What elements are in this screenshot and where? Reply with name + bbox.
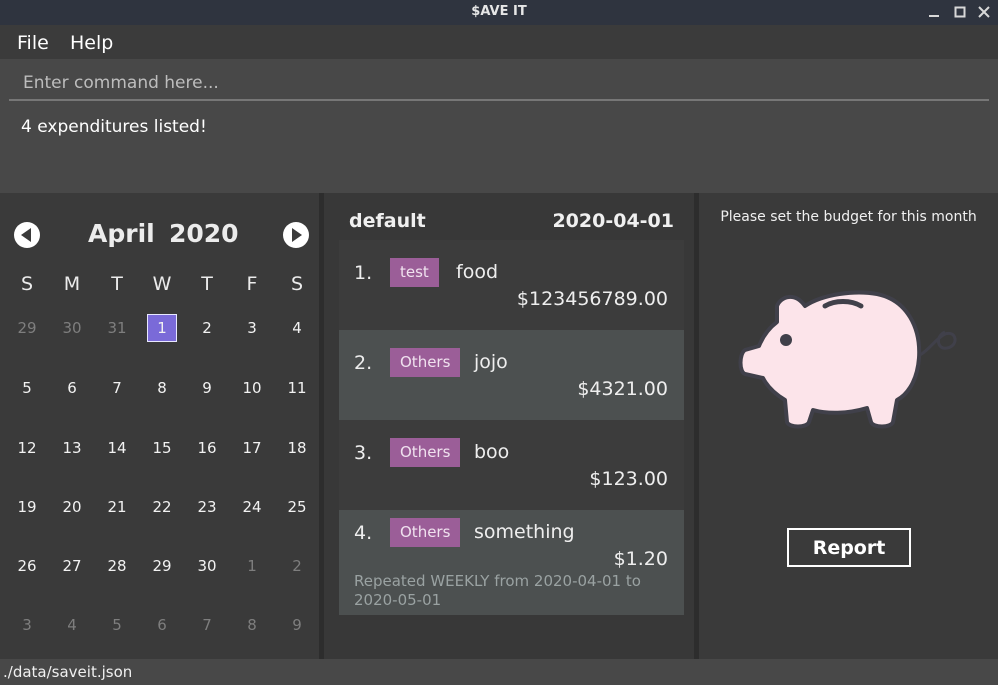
calendar-year: 2020 <box>169 219 239 248</box>
expenditure-index: 1. <box>354 262 373 284</box>
weekday-header: T <box>111 273 123 295</box>
calendar-day[interactable]: 14 <box>99 434 135 462</box>
weekday-header: S <box>290 273 304 295</box>
expenditure-tag: Others <box>390 348 461 377</box>
next-month-button[interactable] <box>283 222 309 248</box>
calendar-day[interactable]: 26 <box>9 552 45 580</box>
expenditure-tag: Others <box>390 518 461 547</box>
expenditure-name: something <box>474 521 575 543</box>
weekday-header: S <box>20 273 34 295</box>
minimize-icon[interactable] <box>925 3 943 21</box>
calendar-day[interactable]: 5 <box>9 374 45 402</box>
expenditure-name: jojo <box>474 351 508 373</box>
calendar-day[interactable]: 23 <box>189 493 225 521</box>
calendar-day[interactable]: 8 <box>234 611 270 639</box>
budget-panel: Please set the budget for this month Rep… <box>699 193 998 659</box>
calendar-day[interactable]: 6 <box>54 374 90 402</box>
weekday-header: W <box>152 273 172 295</box>
expenditure-amount: $123.00 <box>589 468 668 490</box>
maximize-icon[interactable] <box>951 3 969 21</box>
menu-file[interactable]: File <box>17 32 49 54</box>
calendar-panel: April 2020 S M T W T F S 29 30 31 1 2 3 4 5 6 7 8 9 10 11 12 1… <box>0 193 319 659</box>
piggy-bank-icon <box>738 290 957 429</box>
expenditure-tag: Others <box>390 438 461 467</box>
calendar-day[interactable]: 29 <box>144 552 180 580</box>
command-input[interactable] <box>9 67 989 101</box>
calendar-day[interactable]: 27 <box>54 552 90 580</box>
calendar-day[interactable]: 31 <box>99 314 135 342</box>
expenditure-amount: $123456789.00 <box>516 288 668 310</box>
calendar-day[interactable]: 29 <box>9 314 45 342</box>
calendar-day[interactable]: 28 <box>99 552 135 580</box>
result-display: 4 expenditures listed! <box>21 117 207 137</box>
calendar-day[interactable]: 2 <box>189 314 225 342</box>
window-title: $AVE IT <box>471 4 527 19</box>
report-button[interactable]: Report <box>787 528 911 567</box>
calendar-day[interactable]: 5 <box>99 611 135 639</box>
expenditure-card[interactable]: 1. test food $123456789.00 <box>339 240 684 330</box>
calendar-day[interactable]: 3 <box>234 314 270 342</box>
calendar-day[interactable]: 2 <box>279 552 315 580</box>
close-icon[interactable] <box>975 3 993 21</box>
calendar-day[interactable]: 12 <box>9 434 45 462</box>
command-area: 4 expenditures listed! <box>0 59 998 193</box>
calendar-day[interactable]: 24 <box>234 493 270 521</box>
weekday-header: F <box>246 273 258 295</box>
expenditure-index: 4. <box>354 522 373 544</box>
calendar-day[interactable]: 9 <box>189 374 225 402</box>
calendar-day[interactable]: 20 <box>54 493 90 521</box>
calendar-day[interactable]: 3 <box>9 611 45 639</box>
calendar-day[interactable]: 16 <box>189 434 225 462</box>
menu-bar: File Help <box>0 25 998 59</box>
weekday-header: T <box>201 273 213 295</box>
calendar-day[interactable]: 30 <box>189 552 225 580</box>
calendar-day[interactable]: 4 <box>54 611 90 639</box>
calendar-day[interactable]: 1 <box>234 552 270 580</box>
budget-message: Please set the budget for this month <box>720 209 977 225</box>
storage-path: ./data/saveit.json <box>3 663 133 681</box>
calendar-day[interactable]: 11 <box>279 374 315 402</box>
arrow-right-icon <box>292 228 302 242</box>
expenditure-amount: $1.20 <box>613 548 668 570</box>
calendar-day[interactable]: 6 <box>144 611 180 639</box>
expenditure-index: 2. <box>354 352 373 374</box>
calendar-day[interactable]: 17 <box>234 434 270 462</box>
repeat-info: Repeated WEEKLY from 2020-04-01 to 2020-… <box>354 572 641 609</box>
list-date: 2020-04-01 <box>552 210 674 232</box>
calendar-day[interactable]: 18 <box>279 434 315 462</box>
expenditure-name: food <box>456 261 498 283</box>
expenditure-name: boo <box>474 441 510 463</box>
menu-help[interactable]: Help <box>70 32 113 54</box>
title-bar: $AVE IT <box>0 0 998 25</box>
expenditure-index: 3. <box>354 442 373 464</box>
calendar-day-selected[interactable]: 1 <box>147 314 177 342</box>
calendar-day[interactable]: 30 <box>54 314 90 342</box>
calendar-day[interactable]: 7 <box>189 611 225 639</box>
calendar-day[interactable]: 9 <box>279 611 315 639</box>
calendar-day[interactable]: 10 <box>234 374 270 402</box>
calendar-day[interactable]: 8 <box>144 374 180 402</box>
prev-month-button[interactable] <box>14 222 40 248</box>
calendar-day[interactable]: 21 <box>99 493 135 521</box>
calendar-day[interactable]: 22 <box>144 493 180 521</box>
calendar-day[interactable]: 13 <box>54 434 90 462</box>
expenditure-card[interactable]: 4. Others something $1.20 Repeated WEEKLY fr… <box>339 510 684 615</box>
expenditure-card[interactable]: 2. Others jojo $4321.00 <box>339 330 684 420</box>
status-bar: ./data/saveit.json <box>0 659 998 685</box>
calendar-day[interactable]: 15 <box>144 434 180 462</box>
expenditure-card[interactable]: 3. Others boo $123.00 <box>339 420 684 510</box>
expenditure-amount: $4321.00 <box>577 378 668 400</box>
calendar-day[interactable]: 4 <box>279 314 315 342</box>
calendar-day[interactable]: 7 <box>99 374 135 402</box>
arrow-left-icon <box>21 228 31 242</box>
calendar-month: April <box>88 219 155 248</box>
calendar-day[interactable]: 25 <box>279 493 315 521</box>
expenditure-list-panel: default 2020-04-01 1. test food $123456789.… <box>324 193 694 659</box>
expenditure-tag: test <box>390 258 439 287</box>
calendar-day[interactable]: 19 <box>9 493 45 521</box>
weekday-header: M <box>63 273 81 295</box>
account-name: default <box>349 210 426 232</box>
